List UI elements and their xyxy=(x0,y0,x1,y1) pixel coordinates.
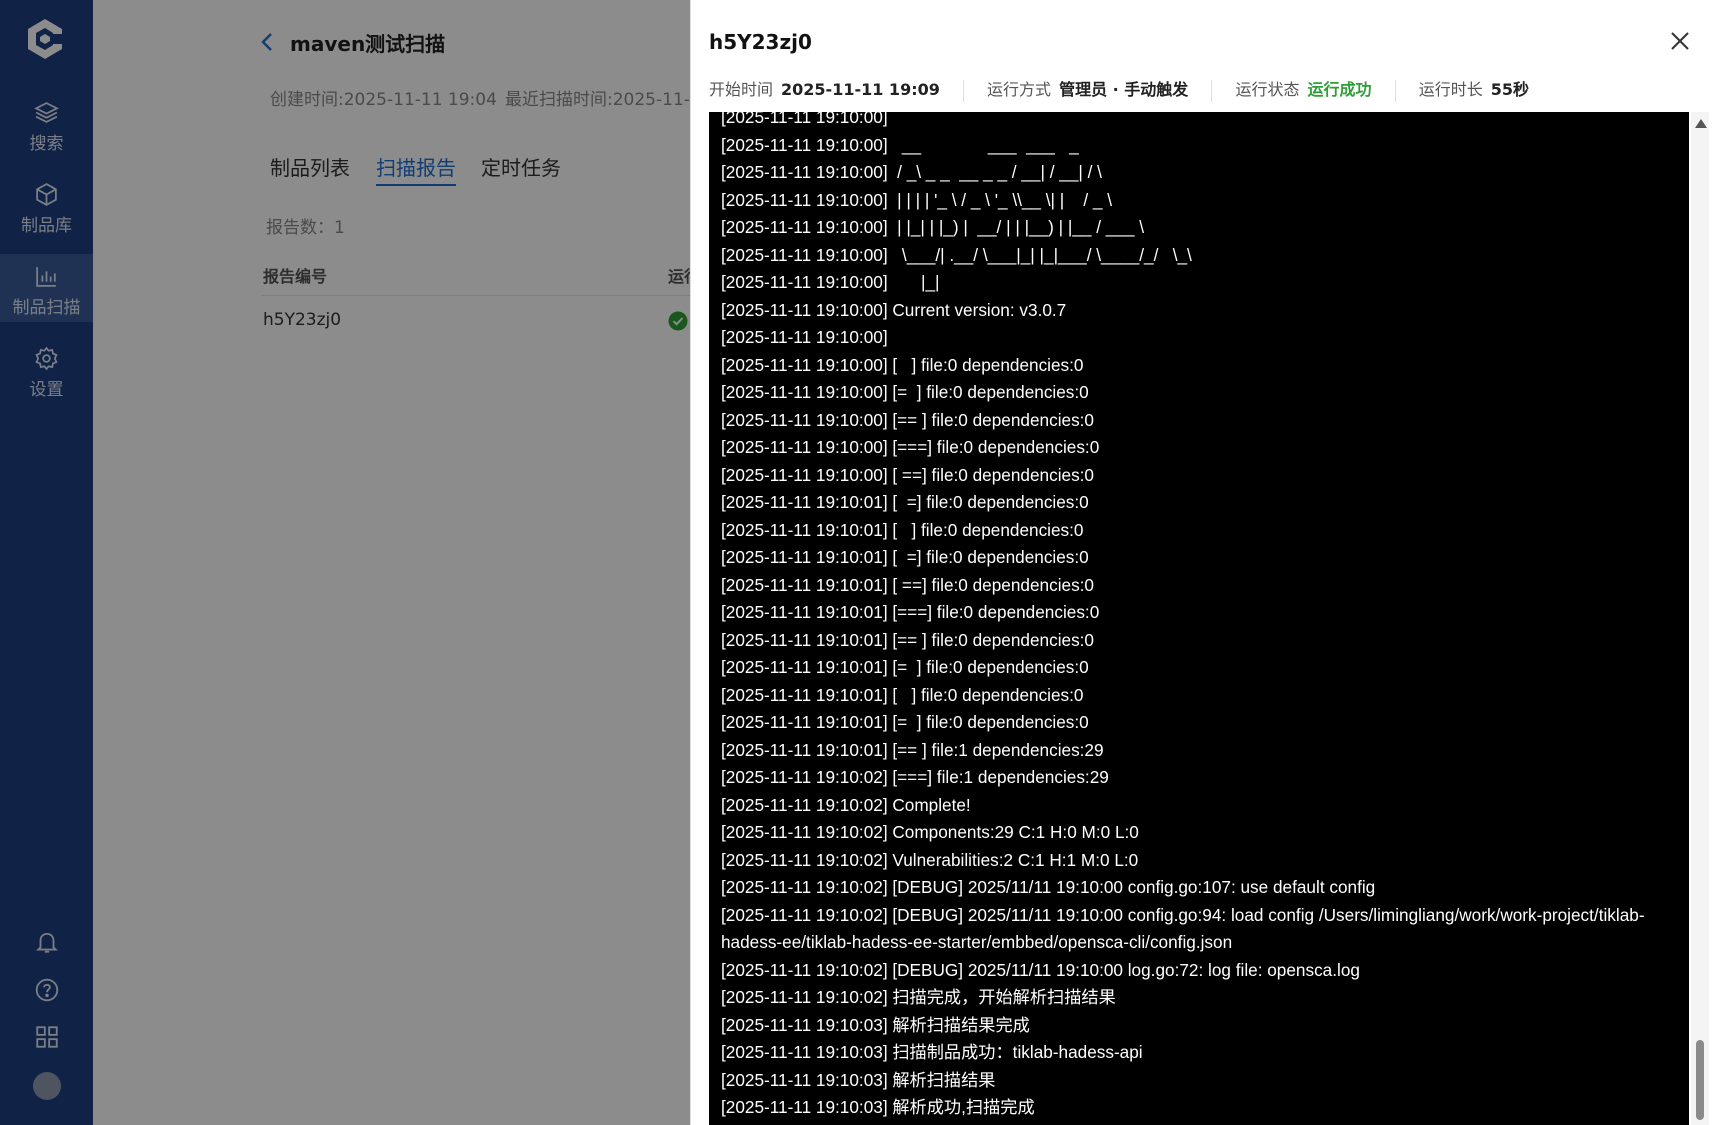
scroll-up-arrow-icon[interactable] xyxy=(1695,119,1707,128)
log-line: [2025-11-11 19:10:03] 解析成功,扫描完成 xyxy=(721,1097,1035,1117)
run-info-bar: 开始时间 2025-11-11 19:09 运行方式 管理员 · 手动触发 运行状态… xyxy=(709,76,1529,102)
log-line: [2025-11-11 19:10:02] Components:29 C:1 … xyxy=(721,822,1139,842)
duration-value: 55秒 xyxy=(1490,80,1529,99)
close-icon[interactable] xyxy=(1667,28,1693,54)
log-line: [2025-11-11 19:10:02] 扫描完成，开始解析扫描结果 xyxy=(721,987,1116,1007)
log-line: [2025-11-11 19:10:00] [== ] file:0 depen… xyxy=(721,409,1094,430)
log-line: [2025-11-11 19:10:00] Current version: v… xyxy=(721,299,1067,320)
log-line: [2025-11-11 19:10:00] \___/| .__/ \___|_… xyxy=(721,244,1192,265)
run-status-value: 运行成功 xyxy=(1307,80,1372,99)
log-line: [2025-11-11 19:10:02] [DEBUG] 2025/11/11… xyxy=(721,877,1376,897)
start-time-label: 开始时间 xyxy=(709,80,774,99)
log-line: [2025-11-11 19:10:02] Complete! xyxy=(721,794,971,815)
scrollbar[interactable] xyxy=(1691,112,1709,1125)
log-line: [2025-11-11 19:10:02] [DEBUG] 2025/11/11… xyxy=(721,904,1645,953)
log-line: [2025-11-11 19:10:00] xyxy=(721,327,888,347)
log-line: [2025-11-11 19:10:01] [ ] file:0 depende… xyxy=(721,519,1084,540)
log-line: [2025-11-11 19:10:03] 扫描制品成功：tiklab-hade… xyxy=(721,1042,1143,1062)
log-line: [2025-11-11 19:10:01] [== ] file:0 depen… xyxy=(721,629,1094,650)
log-line: [2025-11-11 19:10:02] [===] file:1 depen… xyxy=(721,767,1109,787)
report-detail-drawer: h5Y23zj0 开始时间 2025-11-11 19:09 运行方式 管理员 · … xyxy=(690,0,1726,1125)
log-line: [2025-11-11 19:10:01] [== ] file:1 depen… xyxy=(721,739,1104,760)
log-line: [2025-11-11 19:10:00] | |_| | |_) | __/ … xyxy=(721,217,1145,237)
log-line: [2025-11-11 19:10:00] __ ___ ___ _ xyxy=(721,134,1079,155)
scroll-thumb[interactable] xyxy=(1696,1040,1704,1120)
log-line: [2025-11-11 19:10:02] Vulnerabilities:2 … xyxy=(721,849,1139,870)
log-console[interactable]: [2025-11-11 19:10:00] [2025-11-11 19:10:0… xyxy=(709,112,1689,1125)
duration-label: 运行时长 xyxy=(1418,80,1483,99)
divider xyxy=(1394,79,1396,102)
log-line: [2025-11-11 19:10:01] [ =] file:0 depend… xyxy=(721,492,1089,512)
run-mode-label: 运行方式 xyxy=(987,80,1052,99)
log-line: [2025-11-11 19:10:00] | | | | '_ \ / _ \… xyxy=(721,189,1113,210)
log-line: [2025-11-11 19:10:00] [ ] file:0 depende… xyxy=(721,354,1084,375)
log-line: [2025-11-11 19:10:03] 解析扫描结果完成 xyxy=(721,1014,1030,1035)
log-line: [2025-11-11 19:10:00] |_| xyxy=(721,272,940,292)
log-line: [2025-11-11 19:10:00] xyxy=(721,112,888,127)
log-line: [2025-11-11 19:10:00] [= ] file:0 depend… xyxy=(721,382,1089,402)
log-line: [2025-11-11 19:10:00] [ ==] file:0 depen… xyxy=(721,464,1094,485)
log-line: [2025-11-11 19:10:02] [DEBUG] 2025/11/11… xyxy=(721,959,1360,980)
log-lines: [2025-11-11 19:10:00] [2025-11-11 19:10:0… xyxy=(721,112,1681,1122)
log-line: [2025-11-11 19:10:01] [= ] file:0 depend… xyxy=(721,657,1089,677)
start-time-value: 2025-11-11 19:09 xyxy=(781,80,940,99)
log-line: [2025-11-11 19:10:01] [===] file:0 depen… xyxy=(721,602,1100,622)
modal-overlay[interactable] xyxy=(0,0,690,1125)
log-line: [2025-11-11 19:10:01] [ =] file:0 depend… xyxy=(721,547,1089,567)
drawer-title: h5Y23zj0 xyxy=(709,30,812,54)
log-line: [2025-11-11 19:10:00] [===] file:0 depen… xyxy=(721,437,1100,457)
log-line: [2025-11-11 19:10:01] [ ==] file:0 depen… xyxy=(721,574,1094,595)
divider xyxy=(962,79,964,102)
log-line: [2025-11-11 19:10:03] 解析扫描结果 xyxy=(721,1069,996,1090)
run-status-label: 运行状态 xyxy=(1235,80,1300,99)
log-line: [2025-11-11 19:10:00] / _\ _ _ __ _ _ / … xyxy=(721,162,1102,182)
log-line: [2025-11-11 19:10:01] [= ] file:0 depend… xyxy=(721,712,1089,732)
log-line: [2025-11-11 19:10:01] [ ] file:0 depende… xyxy=(721,684,1084,705)
run-mode-value: 管理员 · 手动触发 xyxy=(1059,80,1189,99)
divider xyxy=(1211,79,1213,102)
